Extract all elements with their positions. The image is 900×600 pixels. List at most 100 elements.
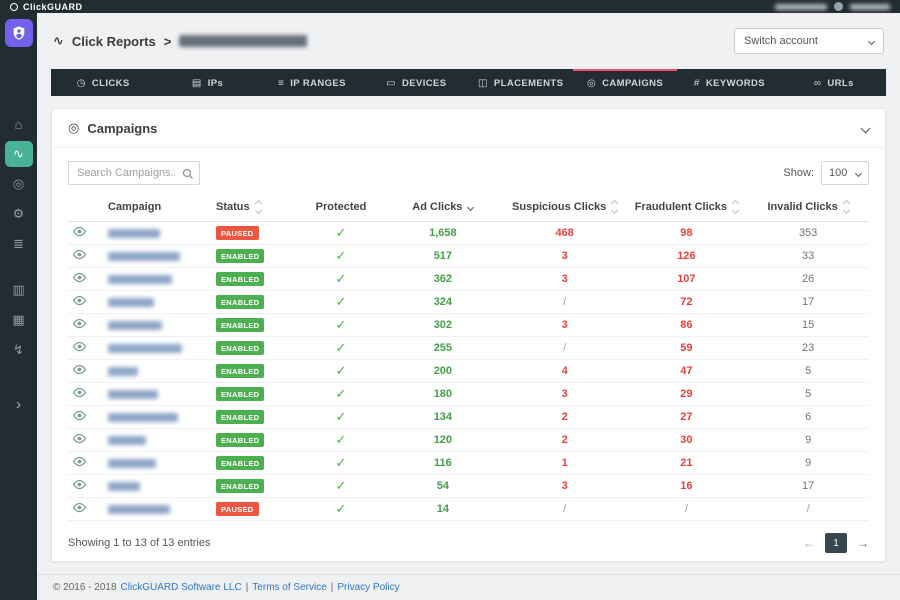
table-row: ENABLED✓324/7217	[68, 291, 869, 314]
sidebar-item-settings[interactable]: ⚙	[5, 201, 33, 227]
show-select[interactable]: 100	[821, 161, 869, 185]
view-campaign-eye-icon[interactable]	[72, 272, 87, 283]
column-header-suspicious-clicks[interactable]: Suspicious Clicks	[504, 195, 626, 222]
campaign-name-redacted[interactable]	[108, 413, 178, 422]
tab-ip-ranges[interactable]: ≡IP RANGES	[260, 69, 364, 96]
campaigns-table: CampaignStatusProtectedAd ClicksSuspicio…	[68, 195, 869, 521]
card-title: ◎ Campaigns	[68, 120, 157, 136]
campaign-name-redacted[interactable]	[108, 367, 138, 376]
status-badge: ENABLED	[216, 433, 264, 447]
sort-icon[interactable]	[256, 201, 261, 213]
sidebar-item-accounts[interactable]: ≣	[5, 231, 33, 257]
chevron-down-icon	[868, 37, 875, 44]
card-toolbar: Show: 100	[52, 148, 885, 195]
tab-urls[interactable]: ∞URLs	[782, 69, 886, 96]
view-campaign-eye-icon[interactable]	[72, 479, 87, 490]
tab-campaigns[interactable]: ◎CAMPAIGNS	[573, 69, 677, 96]
column-header-visibility	[68, 195, 104, 222]
campaign-name-redacted[interactable]	[108, 344, 182, 353]
tab-keywords[interactable]: #KEYWORDS	[677, 69, 781, 96]
pagination: ← 1 →	[803, 533, 869, 553]
campaign-name-redacted[interactable]	[108, 252, 180, 261]
campaign-name-redacted[interactable]	[108, 298, 154, 307]
metric-value: 26	[747, 268, 869, 291]
sort-desc-icon[interactable]	[468, 205, 473, 210]
tab-devices[interactable]: ▭DEVICES	[364, 69, 468, 96]
topbar-user-area	[775, 2, 890, 11]
next-page-arrow[interactable]: →	[857, 536, 869, 550]
sidebar-item-library[interactable]: ▥	[5, 277, 33, 303]
view-campaign-eye-icon[interactable]	[72, 249, 87, 260]
sidebar-item-expand[interactable]: ›	[5, 391, 33, 417]
tab-ips[interactable]: ▤IPs	[155, 69, 259, 96]
campaign-name-redacted[interactable]	[108, 275, 172, 284]
table-row: ENABLED✓5431617	[68, 475, 869, 498]
protected-check-icon: ✓	[336, 478, 347, 493]
switch-account-select[interactable]: Switch account	[734, 28, 884, 54]
column-header-status[interactable]: Status	[212, 195, 300, 222]
library-icon: ▥	[12, 282, 24, 298]
urls-icon: ∞	[814, 78, 822, 89]
account-name-redacted[interactable]	[850, 4, 890, 10]
page-number[interactable]: 1	[825, 533, 847, 553]
app-logo[interactable]	[5, 19, 33, 47]
show-group: Show: 100	[783, 161, 869, 185]
privacy-link[interactable]: Privacy Policy	[337, 582, 399, 593]
sidebar-item-protection[interactable]: ◎	[5, 171, 33, 197]
view-campaign-eye-icon[interactable]	[72, 364, 87, 375]
view-campaign-eye-icon[interactable]	[72, 295, 87, 306]
metric-value: 5	[747, 360, 869, 383]
campaign-name-redacted[interactable]	[108, 321, 162, 330]
column-header-fraudulent-clicks[interactable]: Fraudulent Clicks	[626, 195, 748, 222]
metric-value: 54	[382, 475, 504, 498]
sidebar-item-docs[interactable]: ▦	[5, 307, 33, 333]
brand[interactable]: ClickGUARD	[10, 2, 83, 12]
prev-page-arrow[interactable]: ←	[803, 536, 815, 550]
tab-placements[interactable]: ◫PLACEMENTS	[469, 69, 573, 96]
sidebar: ⌂ ∿ ◎ ⚙ ≣ ▥ ▦ ↯ ›	[0, 13, 37, 600]
view-campaign-eye-icon[interactable]	[72, 387, 87, 398]
column-header-campaign: Campaign	[104, 195, 212, 222]
view-campaign-eye-icon[interactable]	[72, 502, 87, 513]
tab-label: PLACEMENTS	[494, 78, 563, 89]
metric-value: 200	[382, 360, 504, 383]
metric-value: 180	[382, 383, 504, 406]
avatar[interactable]	[834, 2, 843, 11]
protected-check-icon: ✓	[336, 248, 347, 263]
metric-value: 362	[382, 268, 504, 291]
campaign-name-redacted[interactable]	[108, 229, 160, 238]
campaign-name-redacted[interactable]	[108, 390, 158, 399]
sidebar-item-home[interactable]: ⌂	[5, 111, 33, 137]
view-campaign-eye-icon[interactable]	[72, 318, 87, 329]
campaign-name-redacted[interactable]	[108, 459, 156, 468]
card-title-text: Campaigns	[87, 121, 157, 136]
sort-icon[interactable]	[844, 201, 849, 213]
sidebar-item-reports[interactable]: ∿	[5, 141, 33, 167]
tab-clicks[interactable]: ◷CLICKS	[51, 69, 155, 96]
company-link[interactable]: ClickGUARD Software LLC	[121, 582, 242, 593]
view-campaign-eye-icon[interactable]	[72, 341, 87, 352]
campaign-name-redacted[interactable]	[108, 505, 170, 514]
metric-value: 4	[504, 360, 626, 383]
column-header-invalid-clicks[interactable]: Invalid Clicks	[747, 195, 869, 222]
view-campaign-eye-icon[interactable]	[72, 433, 87, 444]
user-name-redacted[interactable]	[775, 4, 827, 10]
sidebar-item-activity[interactable]: ↯	[5, 337, 33, 363]
collapse-chevron-icon[interactable]	[861, 123, 871, 133]
campaign-name-redacted[interactable]	[108, 482, 140, 491]
metric-value: 1,658	[382, 222, 504, 245]
column-header-ad-clicks[interactable]: Ad Clicks	[382, 195, 504, 222]
view-campaign-eye-icon[interactable]	[72, 226, 87, 237]
metric-value: 5	[747, 383, 869, 406]
view-campaign-eye-icon[interactable]	[72, 410, 87, 421]
view-campaign-eye-icon[interactable]	[72, 456, 87, 467]
sort-icon[interactable]	[612, 201, 617, 213]
metric-value: 2	[504, 429, 626, 452]
terms-link[interactable]: Terms of Service	[252, 582, 326, 593]
campaign-name-redacted[interactable]	[108, 436, 146, 445]
entries-info: Showing 1 to 13 of 13 entries	[68, 537, 210, 549]
metric-value: 17	[747, 475, 869, 498]
sort-icon[interactable]	[733, 201, 738, 213]
metric-value: 9	[747, 452, 869, 475]
search-input[interactable]	[68, 161, 200, 185]
